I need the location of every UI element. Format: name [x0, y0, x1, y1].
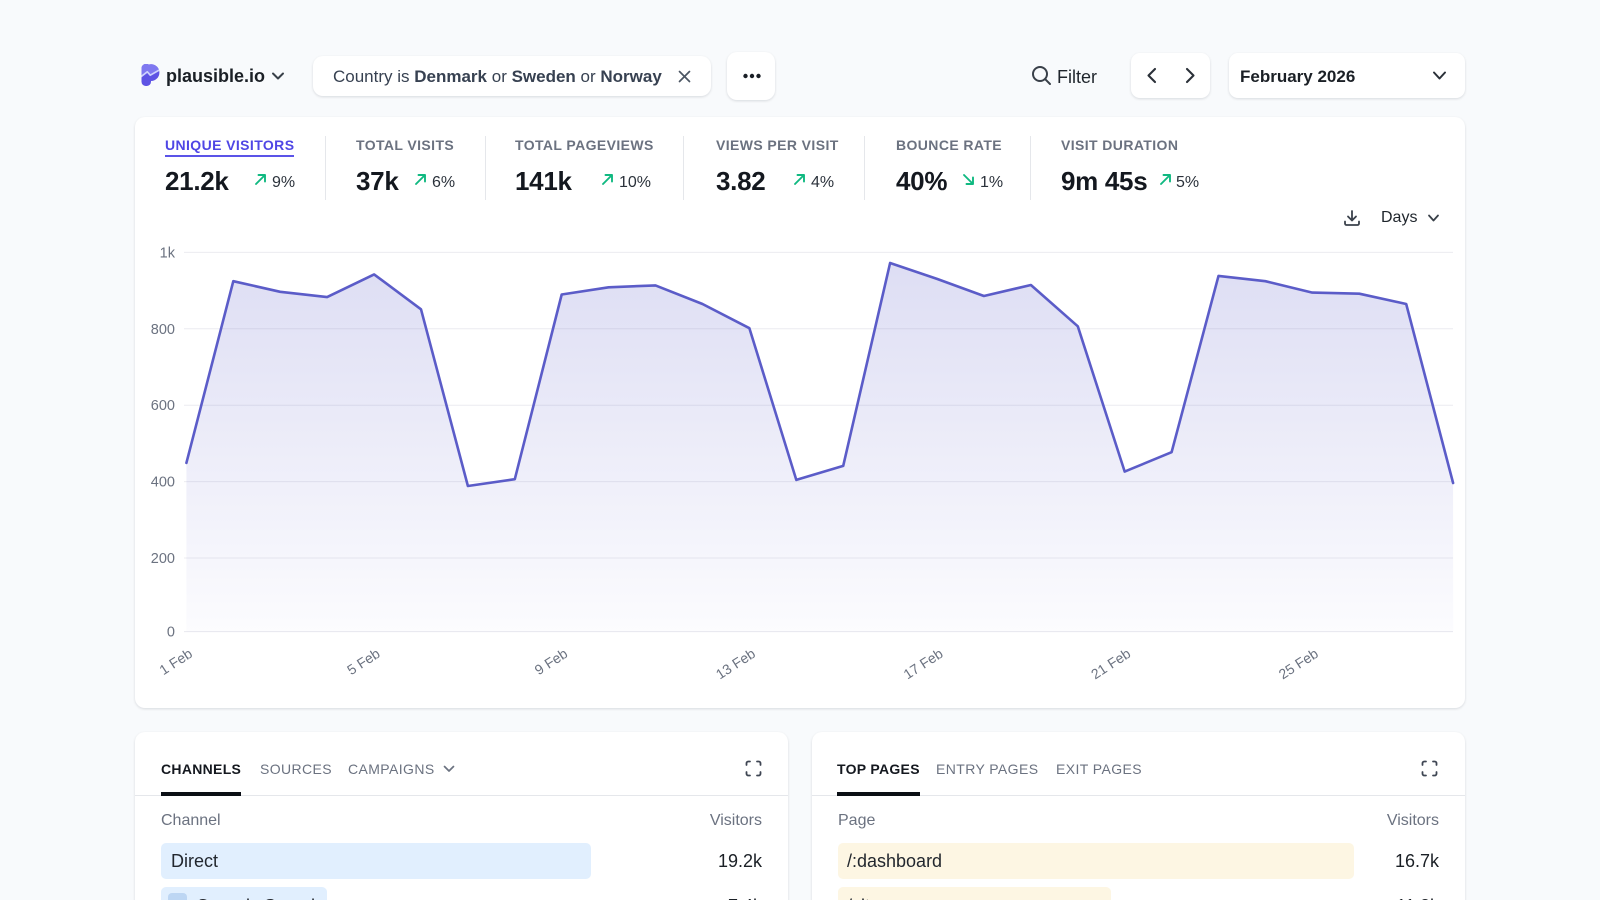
svg-text:0: 0: [167, 625, 175, 641]
svg-text:800: 800: [151, 322, 175, 338]
svg-text:1 Feb: 1 Feb: [156, 645, 195, 678]
svg-text:13 Feb: 13 Feb: [713, 645, 758, 682]
svg-text:200: 200: [151, 551, 175, 567]
svg-text:600: 600: [151, 398, 175, 414]
svg-text:25 Feb: 25 Feb: [1276, 645, 1321, 682]
svg-text:1k: 1k: [160, 245, 176, 261]
svg-text:21 Feb: 21 Feb: [1088, 645, 1133, 682]
svg-text:400: 400: [151, 475, 175, 491]
svg-text:17 Feb: 17 Feb: [900, 645, 945, 682]
svg-text:5 Feb: 5 Feb: [344, 645, 383, 678]
svg-text:9 Feb: 9 Feb: [532, 645, 571, 678]
